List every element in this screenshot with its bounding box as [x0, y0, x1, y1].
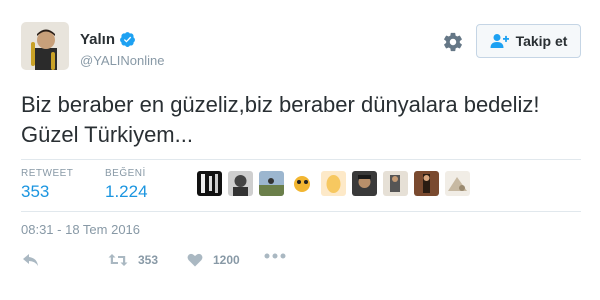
- liker-avatar[interactable]: [445, 171, 470, 196]
- reply-button[interactable]: [22, 253, 40, 267]
- verified-badge-icon: [120, 32, 135, 47]
- more-dots-icon: [264, 253, 286, 259]
- liker-avatar[interactable]: [352, 171, 377, 196]
- like-stat-label: BEĞENİ: [105, 168, 146, 179]
- liker-avatar[interactable]: [197, 171, 222, 196]
- retweet-count: 353: [138, 253, 159, 267]
- gear-icon[interactable]: [442, 31, 464, 53]
- display-name-text: Yalın: [80, 31, 116, 48]
- retweet-stat[interactable]: RETWEET 353: [21, 168, 73, 202]
- retweet-button[interactable]: 353: [108, 253, 158, 267]
- liker-avatar[interactable]: [259, 171, 284, 196]
- user-handle[interactable]: @YALINonline: [80, 53, 165, 68]
- heart-icon: [187, 253, 203, 267]
- divider: [21, 211, 581, 212]
- more-button[interactable]: [264, 253, 286, 259]
- liker-avatar[interactable]: [228, 171, 253, 196]
- follow-button[interactable]: Takip et: [476, 24, 581, 58]
- follow-button-label: Takip et: [515, 33, 568, 49]
- tweet-timestamp[interactable]: 08:31 - 18 Tem 2016: [21, 222, 140, 237]
- avatar[interactable]: [21, 22, 69, 70]
- reply-icon: [23, 254, 38, 266]
- like-button[interactable]: 1200: [187, 253, 240, 267]
- add-user-icon: [490, 34, 509, 48]
- liker-avatars: [197, 171, 470, 196]
- tweet-text: Biz beraber en güzeliz,biz beraber dünya…: [21, 92, 540, 147]
- retweet-stat-label: RETWEET: [21, 168, 74, 179]
- liker-avatar[interactable]: [321, 171, 346, 196]
- liker-avatar[interactable]: [414, 171, 439, 196]
- like-stat-value: 1.224: [105, 182, 148, 201]
- like-count: 1200: [213, 253, 240, 267]
- display-name[interactable]: Yalın: [80, 31, 136, 48]
- like-stat[interactable]: BEĞENİ 1.224: [105, 168, 148, 202]
- divider: [21, 159, 581, 160]
- liker-avatar[interactable]: [383, 171, 408, 196]
- liker-avatar[interactable]: [290, 171, 315, 196]
- retweet-stat-value: 353: [21, 182, 50, 201]
- retweet-icon: [108, 254, 128, 266]
